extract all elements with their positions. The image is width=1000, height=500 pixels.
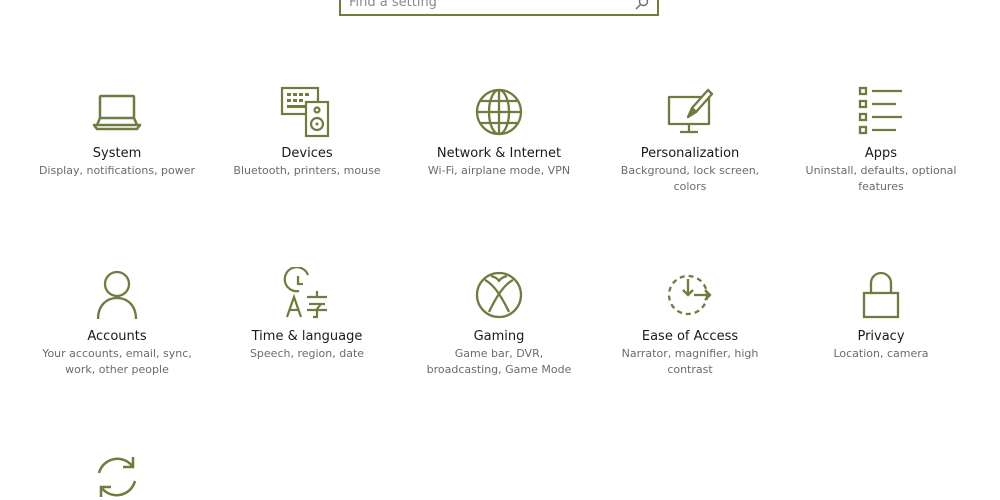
tile-description: Display, notifications, power (38, 164, 196, 177)
xbox-icon (471, 267, 527, 323)
tile-description: Speech, region, date (249, 347, 365, 360)
tile-description: Uninstall, defaults, optional features (805, 164, 957, 193)
search-box[interactable] (339, 0, 659, 16)
time-language-icon (279, 267, 335, 323)
tile-description: Narrator, magnifier, high contrast (621, 347, 759, 376)
tile-title: Network & Internet (436, 146, 562, 161)
tile-title: Apps (864, 146, 898, 161)
sync-arrows-icon (89, 449, 145, 500)
tile-description: Your accounts, email, sync, work, other … (42, 347, 192, 376)
paint-monitor-icon (662, 84, 718, 140)
tile-title: Ease of Access (641, 329, 739, 344)
tile-apps[interactable]: Apps Uninstall, defaults, optional featu… (791, 84, 971, 195)
app-list-icon (853, 84, 909, 140)
tile-description: Background, lock screen, colors (620, 164, 760, 193)
tile-personalization[interactable]: Personalization Background, lock screen,… (600, 84, 780, 195)
ease-of-access-icon (662, 267, 718, 323)
person-icon (89, 267, 145, 323)
tile-title: Personalization (640, 146, 740, 161)
tile-description: Location, camera (833, 347, 929, 360)
tile-network-internet[interactable]: Network & Internet Wi-Fi, airplane mode,… (409, 84, 589, 179)
tile-devices[interactable]: Devices Bluetooth, printers, mouse (217, 84, 397, 179)
padlock-icon (853, 267, 909, 323)
tile-gaming[interactable]: Gaming Game bar, DVR, broadcasting, Game… (409, 267, 589, 378)
tile-system[interactable]: System Display, notifications, power (27, 84, 207, 179)
tile-description: Game bar, DVR, broadcasting, Game Mode (426, 347, 572, 376)
tile-description: Wi-Fi, airplane mode, VPN (427, 164, 571, 177)
tile-title: System (92, 146, 142, 161)
tile-description: Bluetooth, printers, mouse (233, 164, 381, 177)
tile-title: Devices (281, 146, 333, 161)
tile-time-language[interactable]: Time & language Speech, region, date (217, 267, 397, 362)
tile-ease-of-access[interactable]: Ease of Access Narrator, magnifier, high… (600, 267, 780, 378)
laptop-icon (89, 84, 145, 140)
tile-title: Accounts (87, 329, 147, 344)
search-input[interactable] (349, 0, 619, 14)
tile-title: Privacy (857, 329, 905, 344)
tile-title: Gaming (473, 329, 525, 344)
tile-privacy[interactable]: Privacy Location, camera (791, 267, 971, 362)
keyboard-speaker-icon (279, 84, 335, 140)
tile-accounts[interactable]: Accounts Your accounts, email, sync, wor… (27, 267, 207, 378)
tile-title: Time & language (251, 329, 363, 344)
globe-icon (471, 84, 527, 140)
tile-update-security[interactable] (27, 449, 207, 500)
search-icon[interactable] (635, 0, 649, 10)
